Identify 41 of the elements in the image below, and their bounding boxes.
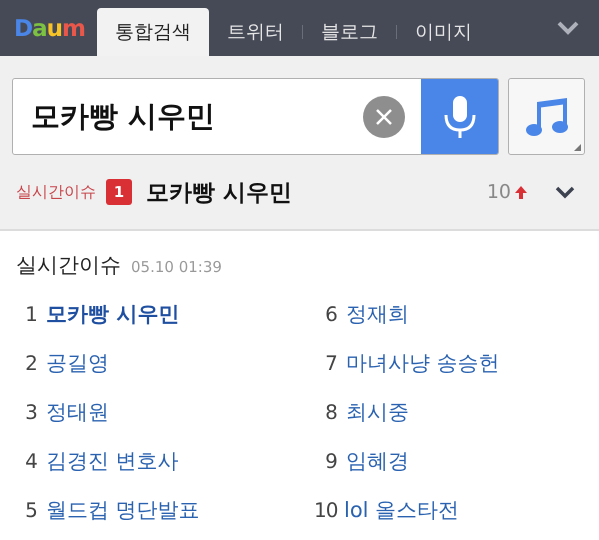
issue-link[interactable]: 임혜경: [346, 446, 409, 474]
rank-number: 3: [24, 400, 38, 424]
tab[interactable]: 통합검색: [96, 8, 209, 56]
timestamp: 05.10 01:39: [131, 258, 222, 276]
issue-link[interactable]: 마녀사냥 송승헌: [346, 348, 500, 376]
microphone-button[interactable]: [421, 79, 498, 154]
close-icon: [374, 106, 394, 126]
issue-link[interactable]: 정태원: [46, 398, 109, 426]
issue-link[interactable]: 김경진 변호사: [46, 446, 179, 474]
rank-number: 8: [324, 400, 338, 424]
microphone-icon: [442, 94, 476, 138]
rank-number: 1: [24, 302, 38, 326]
clear-button[interactable]: [363, 96, 405, 138]
rank-number: 7: [324, 350, 338, 374]
chevron-down-icon[interactable]: [555, 186, 575, 198]
search-box[interactable]: 모카빵 시우민: [12, 78, 499, 155]
section-title: 실시간이슈: [16, 252, 121, 279]
issue-link[interactable]: 월드컵 명단발표: [46, 496, 200, 524]
rank-change: 10: [486, 181, 511, 203]
issue-link[interactable]: lol 올스타전: [344, 496, 460, 524]
corner-triangle-icon: [574, 144, 581, 151]
tab[interactable]: 블로그: [302, 8, 396, 56]
rank-number: 9: [324, 448, 338, 472]
issue-link[interactable]: 정재희: [346, 300, 409, 328]
rank-badge: 1: [106, 179, 132, 205]
tab[interactable]: 이미지: [396, 8, 490, 56]
rank-number: 4: [24, 448, 38, 472]
rank-number: 5: [24, 498, 38, 522]
music-note-icon: [524, 96, 568, 138]
rank-number: 2: [24, 350, 38, 374]
issue-link[interactable]: 공길영: [46, 348, 109, 376]
issue-link[interactable]: 최시중: [346, 398, 409, 426]
ticker-label: 실시간이슈: [16, 182, 96, 202]
ticker-keyword[interactable]: 모카빵 시우민: [146, 176, 487, 208]
logo[interactable]: Daum: [14, 16, 85, 42]
rank-number: 10: [314, 498, 338, 522]
music-search-button[interactable]: [508, 78, 585, 155]
tab[interactable]: 트위터: [208, 8, 302, 56]
issue-link[interactable]: 모카빵 시우민: [46, 300, 180, 328]
rank-number: 6: [324, 302, 338, 326]
chevron-down-icon[interactable]: [557, 21, 579, 35]
